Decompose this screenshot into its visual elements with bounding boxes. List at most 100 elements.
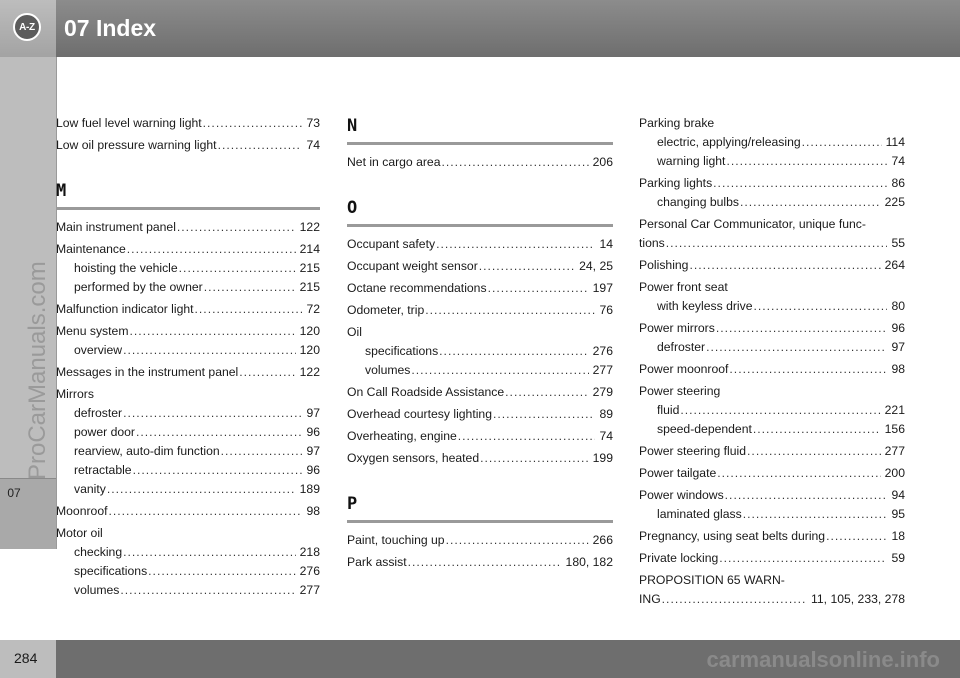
index-entry: Park assist 180, 182 xyxy=(347,553,613,572)
page-reference[interactable]: 97 xyxy=(306,442,320,461)
page-reference[interactable]: 73 xyxy=(306,114,320,133)
page-reference[interactable]: 74 xyxy=(306,136,320,155)
index-subentry: volumes 277 xyxy=(347,361,613,380)
dot-leader xyxy=(719,549,887,568)
page-reference[interactable]: 89 xyxy=(599,405,613,424)
page-reference[interactable]: 277 xyxy=(593,361,613,380)
page-reference[interactable]: 221 xyxy=(885,401,905,420)
page-reference[interactable]: 225 xyxy=(885,193,905,212)
page-reference[interactable]: 266 xyxy=(593,531,613,550)
index-term: specifications xyxy=(365,344,439,358)
page-reference[interactable]: 120 xyxy=(300,341,320,360)
page-reference[interactable]: 120 xyxy=(300,322,320,341)
page-reference[interactable]: 94 xyxy=(891,486,905,505)
section-letter-heading: M xyxy=(56,179,320,210)
index-entry-line: Parking brake xyxy=(639,114,905,133)
index-subentry: specifications 276 xyxy=(56,562,320,581)
dot-leader xyxy=(436,235,595,254)
index-entry-line: Paint, touching up 266 xyxy=(347,531,613,550)
index-term: volumes xyxy=(74,583,120,597)
index-term: specifications xyxy=(74,564,148,578)
index-entry-line: ING 11, 105, 233, 278 xyxy=(639,590,905,609)
page-reference[interactable]: 24, 25 xyxy=(579,257,613,276)
dot-leader xyxy=(123,341,296,360)
page-reference[interactable]: 276 xyxy=(593,342,613,361)
index-entry: Pregnancy, using seat belts during 18 xyxy=(639,527,905,546)
page-reference[interactable]: 97 xyxy=(306,404,320,423)
index-term: vanity xyxy=(74,482,106,496)
page-reference[interactable]: 74 xyxy=(599,427,613,446)
page-reference[interactable]: 55 xyxy=(891,234,905,253)
dot-leader xyxy=(408,553,562,572)
page-reference[interactable]: 72 xyxy=(306,300,320,319)
index-term: On Call Roadside Assistance xyxy=(347,385,505,399)
az-index-icon: A-Z xyxy=(13,13,41,41)
page-reference[interactable]: 180, 182 xyxy=(566,553,613,572)
page-reference[interactable]: 277 xyxy=(885,442,905,461)
page-number: 284 xyxy=(14,650,38,666)
page-reference[interactable]: 279 xyxy=(593,383,613,402)
dot-leader xyxy=(726,152,887,171)
page-reference[interactable]: 96 xyxy=(891,319,905,338)
page-reference[interactable]: 199 xyxy=(593,449,613,468)
index-entry-line: Parking lights 86 xyxy=(639,174,905,193)
page-reference[interactable]: 95 xyxy=(891,505,905,524)
page-reference[interactable]: 206 xyxy=(593,153,613,172)
index-entry-line: tions 55 xyxy=(639,234,905,253)
dot-leader xyxy=(218,136,303,155)
index-entry-line: Odometer, trip 76 xyxy=(347,301,613,320)
page-reference[interactable]: 11, 105, 233, 278 xyxy=(811,590,905,609)
page-reference[interactable]: 98 xyxy=(891,360,905,379)
index-term: rearview, auto-dim function xyxy=(74,444,220,458)
index-subentry: fluid 221 xyxy=(639,401,905,420)
page-reference[interactable]: 156 xyxy=(885,420,905,439)
index-entry: Power tailgate 200 xyxy=(639,464,905,483)
page-reference[interactable]: 215 xyxy=(300,278,320,297)
page-reference[interactable]: 276 xyxy=(300,562,320,581)
index-subentry: rearview, auto-dim function 97 xyxy=(56,442,320,461)
dot-leader xyxy=(411,361,588,380)
index-term: power door xyxy=(74,425,135,439)
index-term: Power tailgate xyxy=(639,466,717,480)
index-column-1: Low fuel level warning light 73 Low oil pr… xyxy=(56,114,320,603)
page-reference[interactable]: 277 xyxy=(300,581,320,600)
page-reference[interactable]: 264 xyxy=(885,256,905,275)
page-reference[interactable]: 96 xyxy=(306,461,320,480)
index-subentry: warning light 74 xyxy=(639,152,905,171)
index-subentry: with keyless drive 80 xyxy=(639,297,905,316)
page-reference[interactable]: 74 xyxy=(891,152,905,171)
page-reference[interactable]: 189 xyxy=(300,480,320,499)
page-reference[interactable]: 218 xyxy=(300,543,320,562)
index-term: defroster xyxy=(74,406,123,420)
page-reference[interactable]: 114 xyxy=(886,133,905,152)
page-reference[interactable]: 80 xyxy=(891,297,905,316)
page-reference[interactable]: 86 xyxy=(891,174,905,193)
index-entry: Odometer, trip 76 xyxy=(347,301,613,320)
index-entry-text: PROPOSITION 65 WARN- xyxy=(639,573,785,587)
page-reference[interactable]: 122 xyxy=(300,218,320,237)
index-term: Power moonroof xyxy=(639,362,729,376)
page-reference[interactable]: 122 xyxy=(300,363,320,382)
index-entry: Power moonroof 98 xyxy=(639,360,905,379)
dot-leader xyxy=(725,486,888,505)
index-subentry: electric, applying/releasing 114 xyxy=(639,133,905,152)
page-reference[interactable]: 200 xyxy=(885,464,905,483)
page-reference[interactable]: 197 xyxy=(593,279,613,298)
index-entry-line: Power moonroof 98 xyxy=(639,360,905,379)
page-reference[interactable]: 18 xyxy=(891,527,905,546)
dot-leader xyxy=(826,527,887,546)
index-entry-line: Power mirrors 96 xyxy=(639,319,905,338)
index-entry-line: Motor oil xyxy=(56,524,320,543)
page-reference[interactable]: 59 xyxy=(891,549,905,568)
index-column-2: NNet in cargo area206OOccupant safety14O… xyxy=(347,114,613,575)
page-reference[interactable]: 14 xyxy=(599,235,613,254)
dot-leader xyxy=(179,259,296,278)
page-reference[interactable]: 215 xyxy=(300,259,320,278)
page-reference[interactable]: 96 xyxy=(306,423,320,442)
page-reference[interactable]: 76 xyxy=(599,301,613,320)
dot-leader xyxy=(107,480,296,499)
page-reference[interactable]: 97 xyxy=(891,338,905,357)
page-reference[interactable]: 98 xyxy=(306,502,320,521)
page-reference[interactable]: 214 xyxy=(300,240,320,259)
index-column-3: Parking brake electric, applying/releasin… xyxy=(639,114,905,612)
